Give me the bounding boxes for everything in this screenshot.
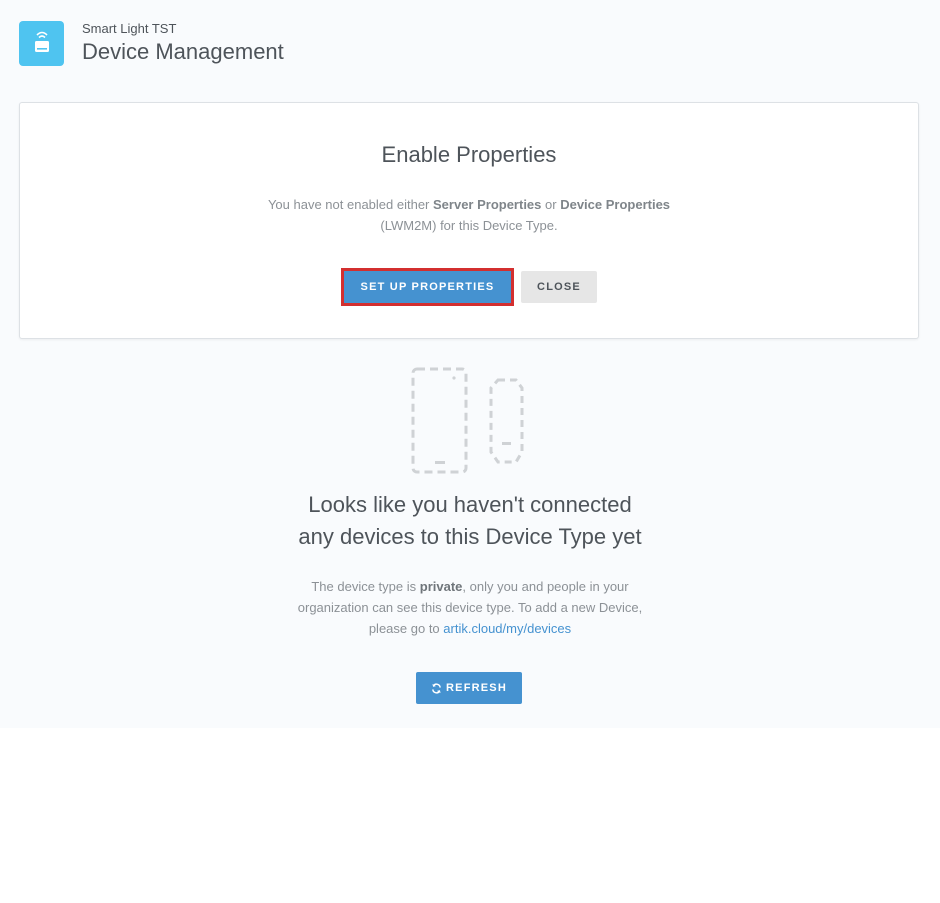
text-line-2: organization can see this device type. T…: [297, 600, 643, 615]
smart-light-icon: [19, 20, 64, 66]
card-description: You have not enabled either Server Prope…: [239, 194, 699, 236]
desc-text-or: or: [541, 197, 561, 212]
text-prefix: The device type is: [311, 579, 420, 594]
card-title: Enable Properties: [381, 142, 557, 167]
device-type-name: Smart Light TST: [82, 20, 177, 36]
devices-illustration: [410, 366, 530, 476]
desc-text-line2: (LWM2M) for this Device Type.: [380, 218, 558, 233]
refresh-button[interactable]: REFRESH: [416, 672, 522, 704]
enable-properties-card: Enable Properties You have not enabled e…: [19, 102, 919, 339]
page-title: Device Management: [82, 38, 284, 64]
heading-line-2: any devices to this Device Type yet: [298, 524, 642, 549]
heading-line-1: Looks like you haven't connected: [308, 492, 632, 517]
desc-text: You have not enabled either: [267, 197, 433, 212]
set-up-properties-button[interactable]: SET UP PROPERTIES: [341, 268, 514, 306]
my-devices-link[interactable]: artik.cloud/my/devices: [443, 621, 571, 636]
server-properties-label: Server Properties: [433, 197, 542, 212]
device-properties-label: Device Properties: [560, 197, 671, 212]
refresh-label: REFRESH: [446, 682, 507, 694]
refresh-icon: [432, 683, 441, 693]
empty-state-description: The device type is private, only you and…: [0, 576, 940, 639]
close-button[interactable]: CLOSE: [521, 271, 597, 303]
page-header: Smart Light TST Device Management: [19, 20, 284, 66]
text-line-3: please go to: [368, 621, 444, 636]
text-mid: , only you and people in your: [462, 579, 629, 594]
private-label: private: [419, 579, 463, 594]
empty-state-heading: Looks like you haven't connected any dev…: [0, 489, 940, 553]
